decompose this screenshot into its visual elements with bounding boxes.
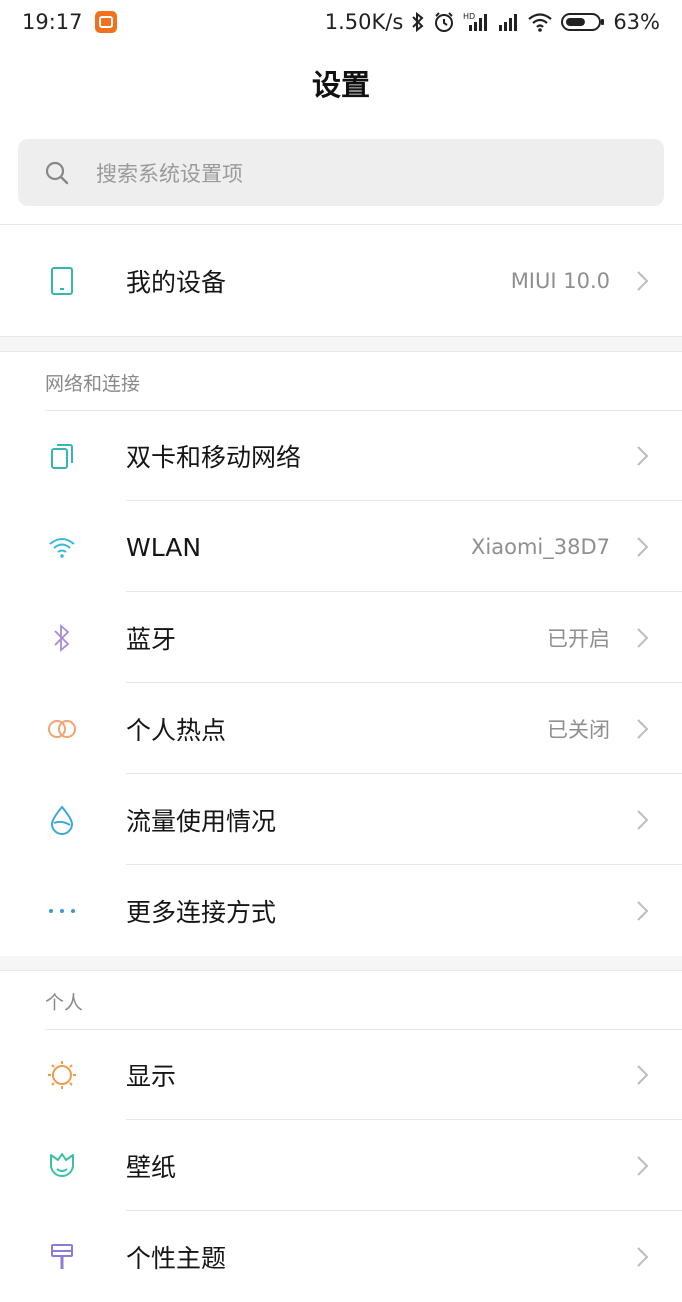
divider xyxy=(126,682,682,683)
item-label: 流量使用情况 xyxy=(126,807,277,836)
sim-card-icon xyxy=(46,440,78,472)
hotspot-status: 已关闭 xyxy=(547,718,610,742)
status-bar: 19:17 1.50K/s HD 63% xyxy=(0,0,682,44)
sim-mobile-network-row[interactable]: 双卡和移动网络 xyxy=(0,411,682,501)
divider xyxy=(126,1119,682,1120)
app-badge-icon xyxy=(94,11,117,33)
sun-icon xyxy=(46,1059,78,1091)
chevron-right-icon xyxy=(637,1247,649,1267)
item-label: 个性主题 xyxy=(126,1244,227,1273)
section-title-network: 网络和连接 xyxy=(45,373,141,395)
tulip-icon xyxy=(46,1150,78,1182)
item-label: 壁纸 xyxy=(126,1153,177,1182)
page-title: 设置 xyxy=(311,68,370,102)
chevron-right-icon xyxy=(637,446,649,466)
phone-icon xyxy=(46,265,78,297)
divider xyxy=(126,864,682,865)
battery-icon xyxy=(561,13,605,31)
section-gap xyxy=(0,337,682,351)
chevron-right-icon xyxy=(637,1156,649,1176)
divider xyxy=(126,773,682,774)
alarm-icon xyxy=(435,12,454,32)
miui-version: MIUI 10.0 xyxy=(510,269,610,293)
more-dots-icon xyxy=(46,895,78,927)
network-speed: 1.50K/s xyxy=(324,10,404,34)
hotspot-row[interactable]: 个人热点 已关闭 xyxy=(0,684,682,774)
wallpaper-row[interactable]: 壁纸 xyxy=(0,1121,682,1211)
search-icon xyxy=(45,161,69,184)
my-device-row[interactable]: 我的设备 MIUI 10.0 xyxy=(0,236,682,326)
chevron-right-icon xyxy=(637,271,649,291)
search-input[interactable]: 搜索系统设置项 xyxy=(18,139,664,206)
item-label: 更多连接方式 xyxy=(126,898,277,927)
divider xyxy=(0,970,682,971)
bluetooth-icon xyxy=(46,622,78,654)
divider xyxy=(126,1210,682,1211)
my-device-label: 我的设备 xyxy=(126,268,227,297)
chevron-right-icon xyxy=(637,719,649,739)
chevron-right-icon xyxy=(637,901,649,921)
divider xyxy=(126,591,682,592)
chevron-right-icon xyxy=(637,628,649,648)
wifi-network-name: Xiaomi_38D7 xyxy=(471,535,610,559)
item-label: 显示 xyxy=(126,1062,177,1091)
wifi-icon xyxy=(528,13,553,32)
hd-signal-icon: HD xyxy=(463,12,488,31)
item-label: 双卡和移动网络 xyxy=(126,443,302,472)
divider xyxy=(0,224,682,225)
bluetooth-status: 已开启 xyxy=(547,627,610,651)
more-connections-row[interactable]: 更多连接方式 xyxy=(0,866,682,956)
item-label: 个人热点 xyxy=(126,716,227,745)
chevron-right-icon xyxy=(637,1065,649,1085)
theme-row[interactable]: 个性主题 xyxy=(0,1212,682,1302)
section-title-personal: 个人 xyxy=(45,992,84,1014)
clock: 19:17 xyxy=(22,10,83,34)
data-drop-icon xyxy=(46,804,78,836)
bluetooth-icon xyxy=(412,11,424,33)
display-row[interactable]: 显示 xyxy=(0,1030,682,1120)
search-placeholder: 搜索系统设置项 xyxy=(96,161,243,186)
divider xyxy=(126,500,682,501)
item-label: 蓝牙 xyxy=(126,625,177,654)
chevron-right-icon xyxy=(637,537,649,557)
wlan-row[interactable]: WLAN Xiaomi_38D7 xyxy=(0,502,682,592)
hotspot-icon xyxy=(46,713,78,745)
wifi-icon xyxy=(46,531,78,563)
chevron-right-icon xyxy=(637,810,649,830)
bluetooth-row[interactable]: 蓝牙 已开启 xyxy=(0,593,682,683)
section-gap xyxy=(0,956,682,970)
battery-percent: 63% xyxy=(613,10,660,34)
svg-text:HD: HD xyxy=(463,12,475,21)
divider xyxy=(0,351,682,352)
signal-icon xyxy=(499,14,518,31)
data-usage-row[interactable]: 流量使用情况 xyxy=(0,775,682,865)
item-label: WLAN xyxy=(126,532,202,562)
brush-icon xyxy=(46,1241,78,1273)
